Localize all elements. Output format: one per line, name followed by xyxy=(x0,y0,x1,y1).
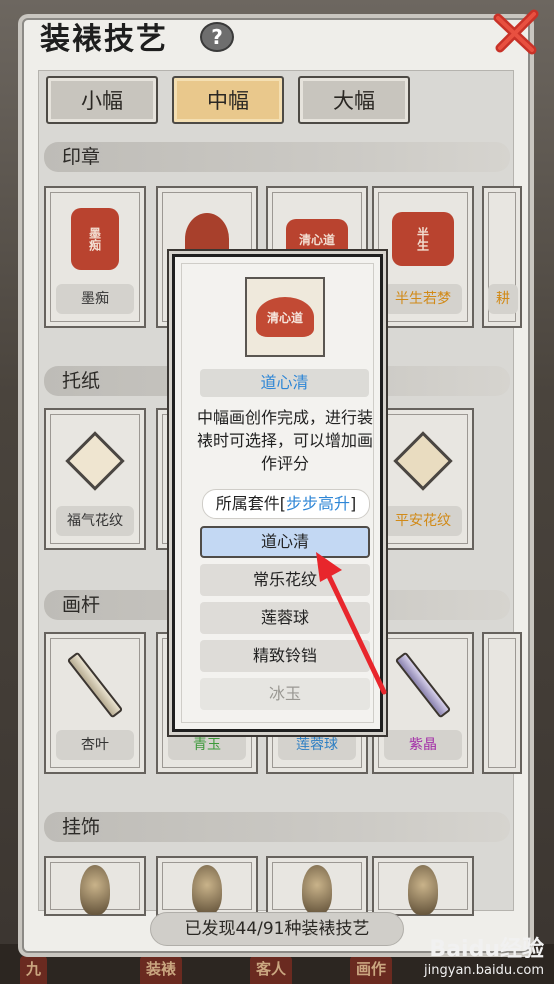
page-title: 装裱技艺 xyxy=(40,22,168,57)
tab-small[interactable]: 小幅 xyxy=(46,76,158,124)
card-label: 莲蓉球 xyxy=(278,730,356,760)
pendant-card-1[interactable] xyxy=(44,856,146,916)
tab-large[interactable]: 大幅 xyxy=(298,76,410,124)
card-label: 半生若梦 xyxy=(384,284,462,314)
watermark-url: jingyan.baidu.com xyxy=(424,963,544,978)
seal-thumbnail: 清心道 xyxy=(245,277,325,357)
pendant-card-3[interactable] xyxy=(266,856,368,916)
pendant-art xyxy=(386,865,460,915)
section-seal: 印章 xyxy=(44,142,510,172)
bottom-tab-2[interactable]: 装裱 xyxy=(140,956,183,984)
close-icon[interactable] xyxy=(488,4,544,60)
card-label: 平安花纹 xyxy=(384,506,462,536)
seal-card-4[interactable]: 半生 半生若梦 xyxy=(372,186,474,328)
pendant-art xyxy=(280,865,354,915)
option-bingyu: 冰玉 xyxy=(200,678,370,710)
seal-card-1[interactable]: 墨痴 墨痴 xyxy=(44,186,146,328)
card-label: 耕 xyxy=(488,284,518,314)
seal-card-5[interactable]: 耕 xyxy=(482,186,522,328)
card-label: 紫晶 xyxy=(384,730,462,760)
option-jingzhi[interactable]: 精致铃铛 xyxy=(200,640,370,672)
pattern-art xyxy=(386,424,460,498)
rod-card-5[interactable] xyxy=(482,632,522,774)
set-prefix: 所属套件[ xyxy=(215,494,286,513)
pendant-card-4[interactable] xyxy=(372,856,474,916)
rod-art xyxy=(386,648,460,722)
rod-art xyxy=(58,648,132,722)
bottom-tab-3[interactable]: 客人 xyxy=(250,956,293,984)
baidu-logo: Baidu经验 xyxy=(429,937,544,962)
tab-medium[interactable]: 中幅 xyxy=(172,76,284,124)
bottom-tab-4[interactable]: 画作 xyxy=(350,956,393,984)
set-name[interactable]: 步步高升 xyxy=(286,494,350,513)
backing-card-4[interactable]: 平安花纹 xyxy=(372,408,474,550)
card-label: 杏叶 xyxy=(56,730,134,760)
popup-item-name: 道心清 xyxy=(200,369,369,397)
option-lianrongqiu[interactable]: 莲蓉球 xyxy=(200,602,370,634)
option-changle[interactable]: 常乐花纹 xyxy=(200,564,370,596)
pendant-art xyxy=(170,865,244,915)
card-label: 墨痴 xyxy=(56,284,134,314)
set-suffix: ] xyxy=(350,494,357,513)
option-daoxinqing[interactable]: 道心清 xyxy=(200,526,370,558)
card-label: 福气花纹 xyxy=(56,506,134,536)
rod-card-1[interactable]: 杏叶 xyxy=(44,632,146,774)
pendant-card-2[interactable] xyxy=(156,856,258,916)
watermark: Baidu经验 jingyan.baidu.com xyxy=(424,931,544,978)
rod-card-4[interactable]: 紫晶 xyxy=(372,632,474,774)
popup-set-info: 所属套件[步步高升] xyxy=(202,489,370,519)
lotus-seal-icon: 清心道 xyxy=(256,297,314,337)
pattern-art xyxy=(58,424,132,498)
seal-art: 半生 xyxy=(386,202,460,276)
popup-description: 中幅画创作完成，进行装裱时可选择，可以增加画作评分 xyxy=(196,408,373,473)
pendant-art xyxy=(58,865,132,915)
help-icon[interactable]: ? xyxy=(200,22,234,52)
popup-inner: 清心道 道心清 中幅画创作完成，进行装裱时可选择，可以增加画作评分 所属套件[步… xyxy=(181,263,374,723)
discovered-count: 已发现44/91种装裱技艺 xyxy=(150,912,404,946)
seal-art: 墨痴 xyxy=(58,202,132,276)
section-pendant: 挂饰 xyxy=(44,812,510,842)
card-label: 青玉 xyxy=(168,730,246,760)
backing-card-1[interactable]: 福气花纹 xyxy=(44,408,146,550)
bottom-tab-1[interactable]: 九 xyxy=(20,956,48,984)
detail-popup: 清心道 道心清 中幅画创作完成，进行装裱时可选择，可以增加画作评分 所属套件[步… xyxy=(172,254,383,732)
